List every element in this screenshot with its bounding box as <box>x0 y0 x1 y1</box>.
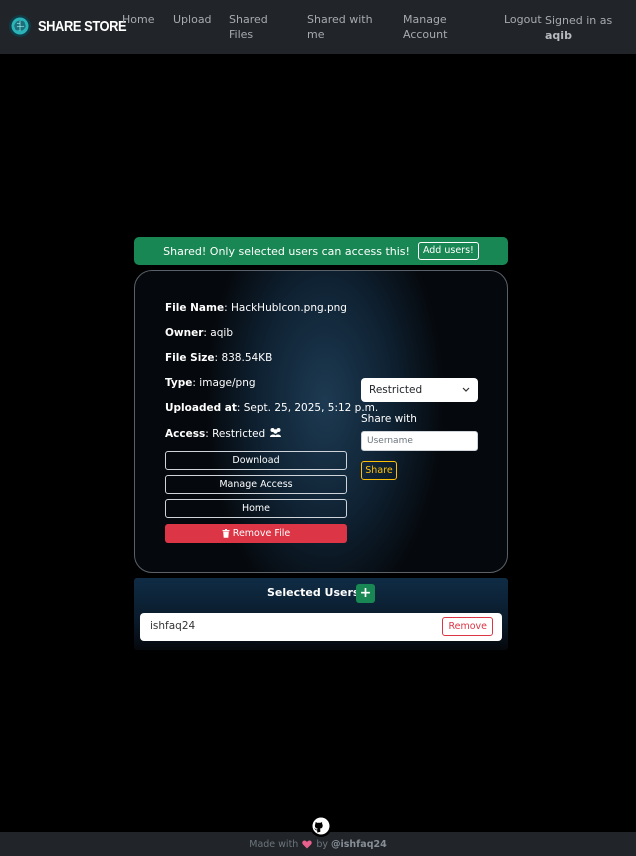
signed-in-label: Signed in as <box>545 14 613 27</box>
signed-in-status: Signed in as aqib <box>545 13 625 43</box>
owner-label: Owner <box>165 327 204 339</box>
list-item: ishfaq24 Remove <box>140 613 502 641</box>
brand-name: SHARE STORE <box>38 17 127 35</box>
users-icon <box>269 428 281 437</box>
type-value: image/png <box>199 377 256 389</box>
download-button[interactable]: Download <box>165 451 347 470</box>
uploaded-row: Uploaded at: Sept. 25, 2025, 5:12 p.m. <box>165 402 379 414</box>
remove-file-label: Remove File <box>232 528 291 539</box>
file-details-card: File Name: HackHubIcon.png.png Owner: aq… <box>134 270 508 573</box>
nav-manage-account-line2: Account <box>403 28 448 41</box>
heart-icon <box>302 840 313 848</box>
access-row: Access: Restricted <box>165 427 282 440</box>
nav-shared-files-line1: Shared <box>229 13 268 26</box>
file-size-label: File Size <box>165 352 215 364</box>
type-label: Type <box>165 377 193 389</box>
file-size-value: 838.54KB <box>221 352 273 364</box>
nav-logout[interactable]: Logout <box>504 12 542 27</box>
by-text: by <box>316 838 328 850</box>
nav-shared-with-me-line2: me <box>307 28 325 41</box>
selected-users-title: Selected Users <box>267 586 360 599</box>
file-name-row: File Name: HackHubIcon.png.png <box>165 302 347 314</box>
uploaded-label: Uploaded at <box>165 402 237 414</box>
add-users-button[interactable]: Add users! <box>417 242 479 260</box>
signed-in-username: aqib <box>545 29 572 42</box>
nav-shared-files-line2: Files <box>229 28 254 41</box>
uploaded-value: Sept. 25, 2025, 5:12 p.m. <box>243 402 379 414</box>
user-name: ishfaq24 <box>150 620 196 632</box>
nav-shared-with-me[interactable]: Shared with me <box>307 12 373 42</box>
type-row: Type: image/png <box>165 377 256 389</box>
manage-access-button[interactable]: Manage Access <box>165 475 347 494</box>
brand[interactable]: SHARE STORE <box>8 14 141 38</box>
nav-manage-account[interactable]: Manage Account <box>403 12 447 42</box>
made-with-text: Made with <box>249 838 299 850</box>
access-value: Restricted <box>212 428 266 440</box>
plus-icon: + <box>359 585 372 601</box>
nav-home[interactable]: Home <box>122 12 154 27</box>
owner-value: aqib <box>210 327 233 339</box>
username-input[interactable]: Username <box>361 431 478 451</box>
navbar: SHARE STORE Home Upload Shared Files Sha… <box>0 0 636 54</box>
nav-upload[interactable]: Upload <box>173 12 212 27</box>
brain-logo-icon <box>9 15 31 37</box>
remove-file-button[interactable]: Remove File <box>165 524 347 543</box>
author-link[interactable]: @ishfaq24 <box>331 839 387 850</box>
access-select-value: Restricted <box>369 384 423 396</box>
home-button[interactable]: Home <box>165 499 347 518</box>
trash-icon <box>222 529 230 538</box>
shared-alert: Shared! Only selected users can access t… <box>134 237 508 265</box>
owner-row: Owner: aqib <box>165 327 233 339</box>
file-name-value: HackHubIcon.png.png <box>230 302 347 314</box>
access-label: Access <box>165 428 206 440</box>
chevron-down-icon <box>462 387 470 392</box>
share-with-label: Share with <box>361 413 417 425</box>
username-placeholder: Username <box>367 436 413 446</box>
nav-shared-files[interactable]: Shared Files <box>229 12 268 42</box>
selected-users-panel: Selected Users + ishfaq24 Remove <box>134 578 508 650</box>
access-select[interactable]: Restricted <box>361 378 478 402</box>
alert-message: Shared! Only selected users can access t… <box>163 244 410 258</box>
nav-shared-with-me-line1: Shared with <box>307 13 373 26</box>
share-button[interactable]: Share <box>361 461 397 480</box>
file-name-label: File Name <box>165 302 225 314</box>
add-user-button[interactable]: + <box>356 584 375 603</box>
nav-manage-account-line1: Manage <box>403 13 447 26</box>
github-icon[interactable] <box>310 815 332 837</box>
file-size-row: File Size: 838.54KB <box>165 352 273 364</box>
remove-user-button[interactable]: Remove <box>442 617 493 636</box>
